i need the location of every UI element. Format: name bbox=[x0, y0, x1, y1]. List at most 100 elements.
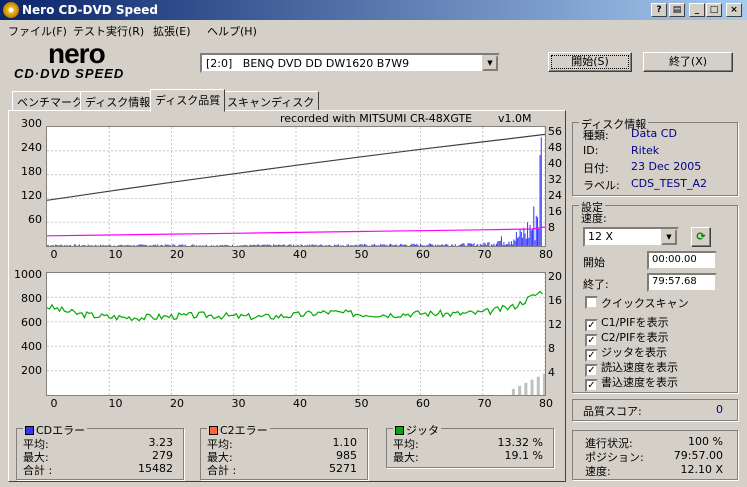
cd-color-square bbox=[25, 426, 34, 435]
y-tick-label: 200 bbox=[21, 364, 42, 377]
x-tick-label: 30 bbox=[231, 397, 246, 410]
y-tick-label: 240 bbox=[21, 141, 42, 154]
x-tick-label: 0 bbox=[50, 248, 58, 261]
title-bar: Nero CD-DVD Speed ? ▤ _ □ × bbox=[0, 0, 747, 20]
chevron-down-icon[interactable]: ▼ bbox=[482, 55, 498, 71]
drive-select[interactable]: [2:0] BENQ DVD DD DW1620 B7W9 ▼ bbox=[200, 53, 500, 73]
version-label: v1.0M bbox=[498, 112, 532, 125]
cd-total-label: 合計 : bbox=[23, 464, 53, 477]
tab-benchmark[interactable]: ベンチマーク bbox=[12, 91, 88, 111]
y2-tick-label: 8 bbox=[548, 221, 555, 234]
c2-color-square bbox=[209, 426, 218, 435]
write-speed-bar bbox=[518, 385, 522, 395]
end-button[interactable]: 終了(X) bbox=[643, 52, 733, 72]
cd-errors-group: CDエラー 平均: 3.23 最大: 279 合計 : 15482 bbox=[16, 422, 184, 480]
y2-tick-label: 20 bbox=[548, 270, 562, 283]
x-tick-label: 10 bbox=[108, 397, 123, 410]
settings-group: 設定 速度: 12 X ▼ ⟳ 開始 00:00.00 終了: 79:57.68… bbox=[572, 199, 738, 393]
y-tick-label: 120 bbox=[21, 189, 42, 202]
menu-extension[interactable]: 拡張(E) bbox=[153, 23, 191, 39]
checkmark-icon[interactable]: ✓ bbox=[585, 379, 598, 392]
cd-total-value: 15482 bbox=[138, 462, 173, 475]
close-button[interactable]: × bbox=[726, 3, 742, 17]
y2-tick-label: 16 bbox=[548, 205, 562, 218]
start-time-label: 開始 bbox=[583, 256, 605, 269]
progress-group: 進行状況: 100 % ポジション: 79:57.00 速度: 12.10 X bbox=[572, 430, 738, 480]
menu-run-test[interactable]: テスト実行(R) bbox=[73, 23, 144, 39]
quality-score-value: 0 bbox=[716, 403, 723, 416]
x-tick-label: 50 bbox=[354, 248, 369, 261]
menu-bar: ファイル(F) テスト実行(R) 拡張(E) ヘルプ(H) bbox=[0, 20, 747, 40]
x-tick-label: 60 bbox=[416, 248, 430, 261]
write-speed-bar bbox=[524, 382, 528, 395]
menu-help[interactable]: ヘルプ(H) bbox=[207, 23, 257, 39]
y2-tick-label: 40 bbox=[548, 157, 562, 170]
refresh-icon[interactable]: ⟳ bbox=[691, 227, 711, 247]
speed-label: 速度: bbox=[581, 212, 607, 225]
write-speed-bar bbox=[530, 379, 534, 395]
tab-disc-quality[interactable]: ディスク品質 bbox=[150, 89, 226, 112]
c2-errors-group: C2エラー 平均: 1.10 最大: 985 合計 : 5271 bbox=[200, 422, 368, 480]
menu-icon[interactable]: ▤ bbox=[669, 3, 685, 17]
disc-id-label: ID: bbox=[583, 144, 599, 157]
c2-max-value: 985 bbox=[336, 449, 357, 462]
write-speed-bar bbox=[511, 388, 515, 395]
cd-avg-value: 3.23 bbox=[148, 436, 174, 449]
x-tick-label: 80 bbox=[539, 248, 553, 261]
start-button[interactable]: 開始(S) bbox=[548, 52, 632, 72]
speed-select-value: 12 X bbox=[588, 230, 614, 243]
speed-select[interactable]: 12 X ▼ bbox=[583, 227, 679, 247]
y-tick-label: 1000 bbox=[14, 268, 42, 281]
current-speed-label: 速度: bbox=[585, 465, 611, 478]
y2-tick-label: 16 bbox=[548, 294, 562, 307]
x-tick-label: 70 bbox=[477, 397, 492, 410]
x-tick-label: 80 bbox=[539, 397, 553, 410]
y2-tick-label: 32 bbox=[548, 173, 562, 186]
progress-value: 100 % bbox=[688, 435, 723, 448]
start-time-input[interactable]: 00:00.00 bbox=[647, 251, 717, 270]
jitter-color-square bbox=[395, 426, 404, 435]
jitter-avg-value: 13.32 % bbox=[497, 436, 543, 449]
end-time-label: 終了: bbox=[583, 278, 609, 291]
disc-type-value: Data CD bbox=[631, 127, 677, 140]
y-tick-label: 600 bbox=[21, 316, 42, 329]
jitter-chart-svg bbox=[47, 273, 545, 395]
position-value: 79:57.00 bbox=[673, 449, 723, 462]
disc-type-label: 種類: bbox=[583, 129, 609, 142]
chevron-down-icon[interactable]: ▼ bbox=[661, 229, 677, 245]
error-chart bbox=[46, 126, 546, 247]
jitter-line bbox=[47, 290, 543, 322]
x-tick-label: 20 bbox=[170, 397, 184, 410]
c2-total-label: 合計 : bbox=[207, 464, 237, 477]
x-tick-label: 30 bbox=[231, 248, 246, 261]
y2-tick-label: 4 bbox=[548, 366, 555, 379]
quick-scan-checkbox[interactable]: クイックスキャン bbox=[585, 295, 689, 311]
y-tick-label: 800 bbox=[21, 292, 42, 305]
y-tick-label: 60 bbox=[28, 213, 42, 226]
maximize-button[interactable]: □ bbox=[706, 3, 722, 17]
y2-tick-label: 12 bbox=[548, 318, 562, 331]
window-title: Nero CD-DVD Speed bbox=[22, 3, 158, 17]
nero-logo: nero CD·DVD SPEED bbox=[14, 38, 125, 81]
x-tick-label: 60 bbox=[416, 397, 430, 410]
x-tick-label: 50 bbox=[354, 397, 369, 410]
cd-max-value: 279 bbox=[152, 449, 173, 462]
menu-file[interactable]: ファイル(F) bbox=[8, 23, 67, 39]
show-write-speed-checkbox[interactable]: ✓ 書込速度を表示 bbox=[585, 374, 678, 392]
x-tick-label: 70 bbox=[477, 248, 492, 261]
y-tick-label: 400 bbox=[21, 340, 42, 353]
drive-select-value: [2:0] BENQ DVD DD DW1620 B7W9 bbox=[206, 57, 410, 70]
jitter-max-value: 19.1 % bbox=[504, 449, 543, 462]
y-tick-label: 180 bbox=[21, 165, 42, 178]
disc-label-value: CDS_TEST_A2 bbox=[631, 177, 708, 190]
tab-disc-info[interactable]: ディスク情報 bbox=[80, 91, 156, 111]
x-tick-label: 10 bbox=[108, 248, 123, 261]
write-speed-bar bbox=[536, 376, 540, 395]
disc-id-value: Ritek bbox=[631, 144, 660, 157]
minimize-button[interactable]: _ bbox=[689, 3, 705, 17]
help-icon[interactable]: ? bbox=[651, 3, 667, 17]
x-tick-label: 40 bbox=[293, 397, 307, 410]
tab-scan-disc[interactable]: スキャンディスク bbox=[222, 91, 320, 111]
checkbox-unchecked-icon[interactable] bbox=[585, 296, 598, 309]
end-time-input[interactable]: 79:57.68 bbox=[647, 273, 717, 292]
